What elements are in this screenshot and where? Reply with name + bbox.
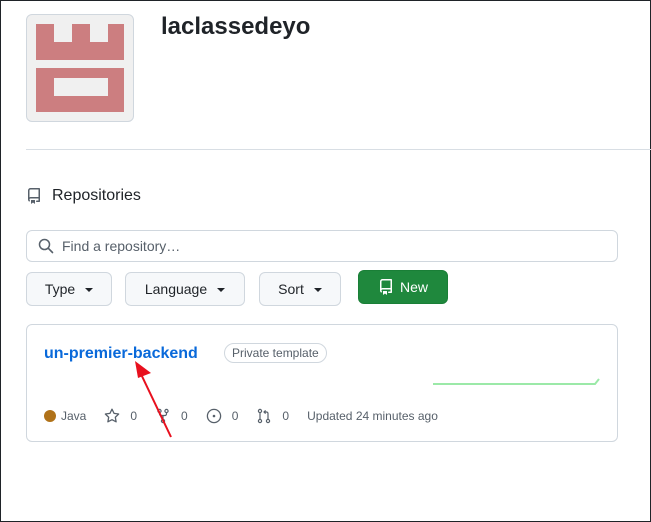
annotation-arrow-icon <box>135 361 172 438</box>
